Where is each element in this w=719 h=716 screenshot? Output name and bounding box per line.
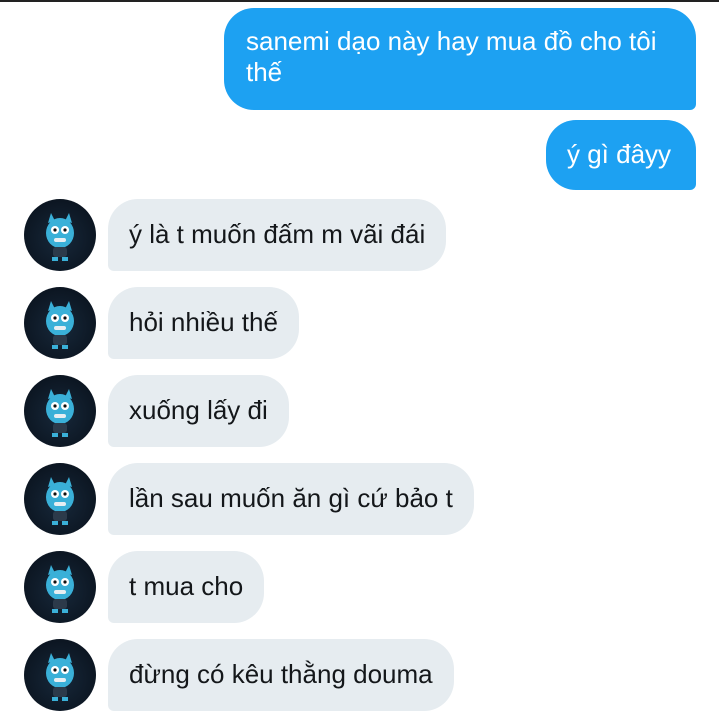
avatar[interactable] [24,463,96,535]
message-text: xuống lấy đi [129,395,268,425]
avatar[interactable] [24,287,96,359]
avatar[interactable] [24,551,96,623]
cartoon-blue-cat-avatar-icon [46,301,74,349]
cartoon-blue-cat-avatar-icon [46,565,74,613]
message-text: đừng có kêu thằng douma [129,659,433,689]
message-text: sanemi dạo này hay mua đồ cho tôi thế [246,26,657,87]
message-text: t mua cho [129,571,244,601]
avatar[interactable] [24,639,96,711]
received-message-bubble[interactable]: xuống lấy đi [108,375,289,447]
message-text: hỏi nhiều thế [129,307,278,337]
message-text: ý gì đâyy [567,139,672,169]
cartoon-blue-cat-avatar-icon [46,213,74,261]
cartoon-blue-cat-avatar-icon [46,477,74,525]
received-message-bubble[interactable]: lần sau muốn ăn gì cứ bảo t [108,463,474,535]
received-message-bubble[interactable]: hỏi nhiều thế [108,287,299,359]
received-message-bubble[interactable]: đừng có kêu thằng douma [108,639,454,711]
top-border [0,0,719,2]
cartoon-blue-cat-avatar-icon [46,389,74,437]
received-message-bubble[interactable]: ý là t muốn đấm m vãi đái [108,199,447,271]
message-text: ý là t muốn đấm m vãi đái [129,219,426,249]
avatar[interactable] [24,375,96,447]
cartoon-blue-cat-avatar-icon [46,653,74,701]
message-text: lần sau muốn ăn gì cứ bảo t [129,483,453,513]
received-message-bubble[interactable]: t mua cho [108,551,265,623]
sent-message-bubble[interactable]: ý gì đâyy [546,120,696,190]
sent-message-bubble[interactable]: sanemi dạo này hay mua đồ cho tôi thế [224,8,696,110]
avatar[interactable] [24,199,96,271]
